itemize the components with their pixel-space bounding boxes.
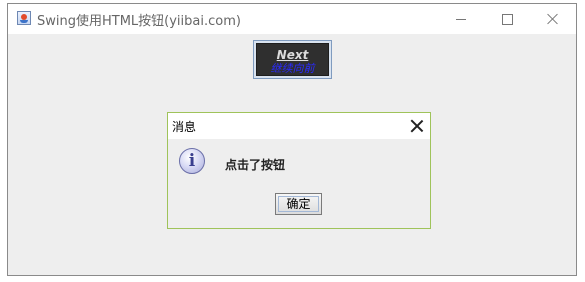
dialog-title: 消息 [172, 120, 197, 134]
dialog-titlebar[interactable]: 消息 [168, 113, 430, 139]
message-dialog: 消息 i 点击了按钮 确定 [167, 112, 431, 229]
info-icon: i [179, 148, 205, 174]
next-button-label: Next [276, 48, 309, 62]
next-button-sublabel: 继续向前 [270, 62, 315, 75]
close-icon [547, 13, 559, 25]
next-button-face: Next 继续向前 [256, 43, 329, 76]
window-title: Swing使用HTML按钮(yiibai.com) [37, 14, 241, 29]
java-cup-icon [17, 11, 31, 25]
ok-button-label: 确定 [278, 196, 319, 212]
maximize-icon [501, 13, 513, 25]
minimize-icon [456, 18, 466, 20]
dialog-message: 点击了按钮 [225, 158, 286, 172]
window-titlebar[interactable]: Swing使用HTML按钮(yiibai.com) [8, 4, 576, 34]
minimize-button[interactable] [438, 4, 484, 34]
maximize-button[interactable] [484, 4, 530, 34]
next-button[interactable]: Next 继续向前 [253, 40, 332, 79]
main-window: Swing使用HTML按钮(yiibai.com) Next 继续向前 消息 i… [7, 3, 577, 276]
ok-button[interactable]: 确定 [275, 193, 322, 215]
close-button[interactable] [530, 4, 576, 34]
dialog-close-icon[interactable] [410, 119, 424, 133]
